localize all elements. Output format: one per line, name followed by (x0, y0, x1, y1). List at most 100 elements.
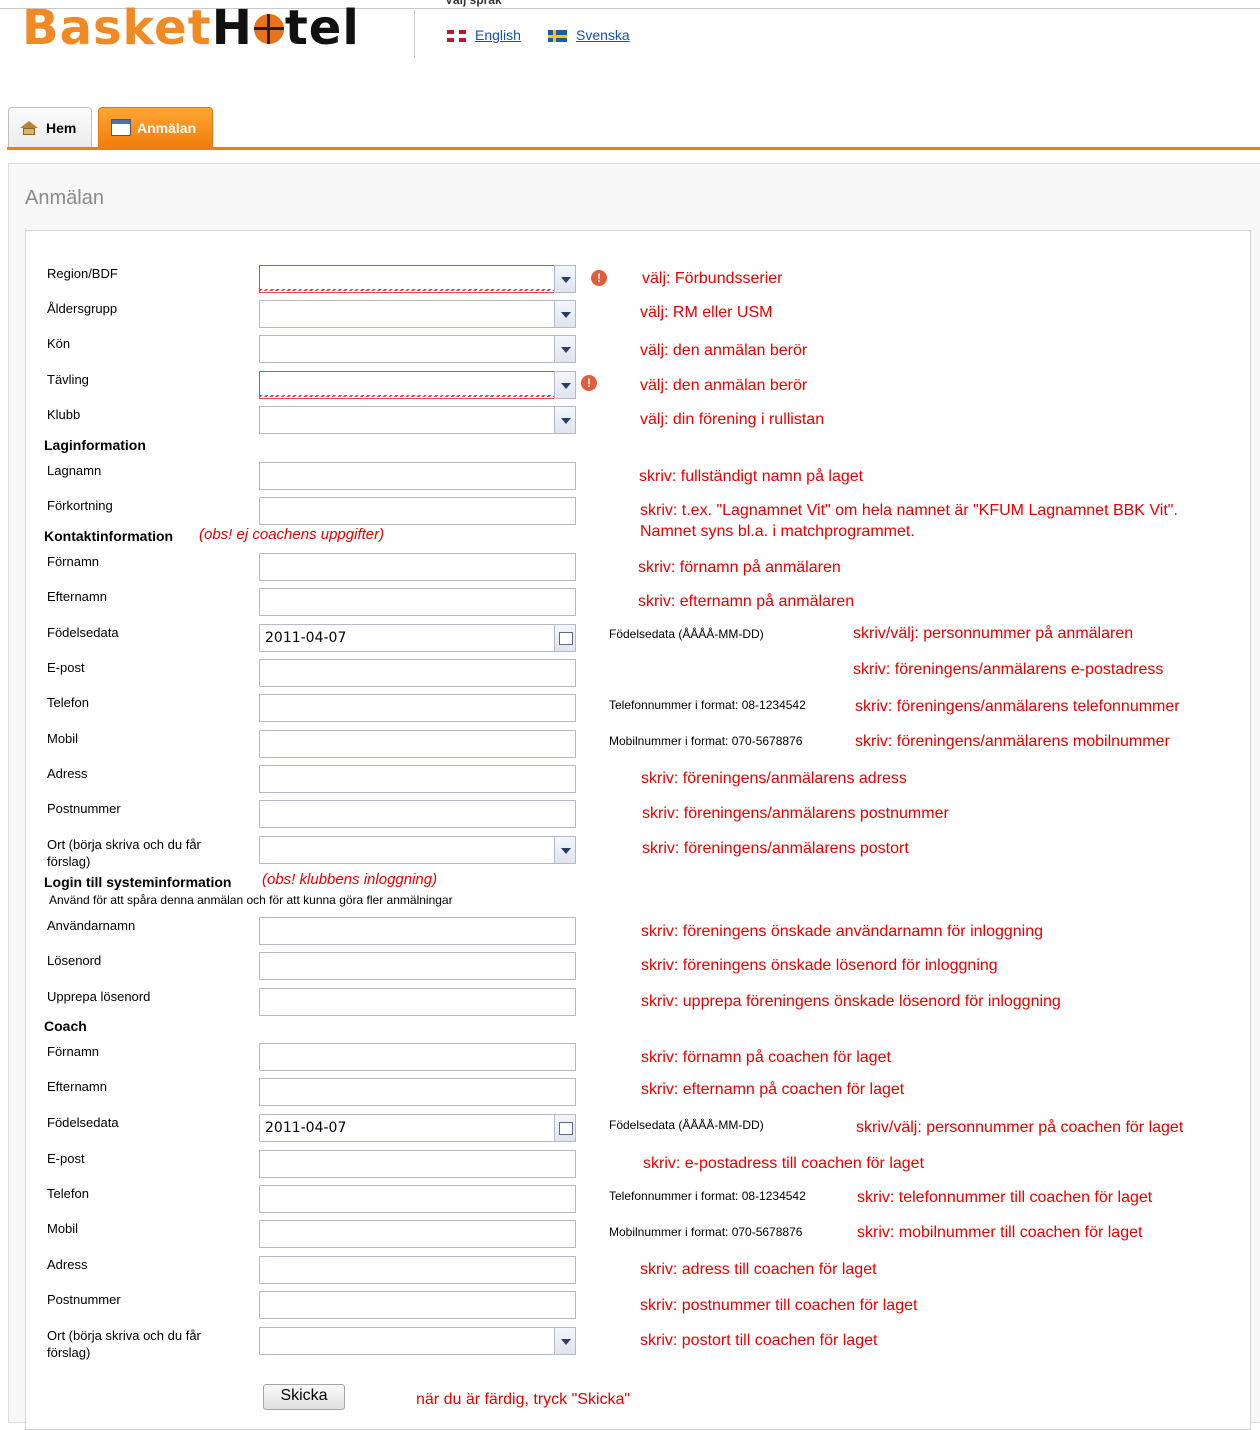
coach-epost-input[interactable] (259, 1150, 576, 1178)
form-container (25, 230, 1251, 1430)
kontakt-adress-input[interactable] (259, 765, 576, 793)
kontakt-fornamn-input[interactable] (259, 553, 576, 581)
coach-ort-combobox[interactable] (259, 1327, 555, 1355)
aldersgrupp-label: Åldersgrupp (47, 301, 118, 316)
kon-note: välj: den anmälan berör (640, 342, 808, 359)
tavling-error-icon: ! (581, 375, 597, 391)
coach-postnummer-input[interactable] (259, 1291, 576, 1319)
region-dropdown-button[interactable] (554, 265, 576, 293)
anvandarnamn-label: Användarnamn (47, 918, 136, 933)
kontakt-telefon-label: Telefon (47, 695, 89, 710)
kontakt-postnummer-note: skriv: föreningens/anmälarens postnummer (642, 805, 949, 822)
kontakt-mobil-label: Mobil (47, 731, 79, 746)
klubb-select[interactable] (259, 406, 555, 434)
kontakt-adress-note: skriv: föreningens/anmälarens adress (641, 770, 907, 787)
laginformation-heading: Laginformation (44, 437, 146, 453)
kontakt-epost-note: skriv: föreningens/anmälarens e-postadre… (853, 661, 1164, 678)
coach-fodelsedata-hint: Födelsedata (ÅÅÅÅ-MM-DD) (609, 1118, 764, 1132)
coach-epost-note: skriv: e-postadress till coachen för lag… (643, 1155, 925, 1172)
lagnamn-input[interactable] (259, 462, 576, 490)
region-error-icon: ! (591, 270, 607, 286)
coach-fornamn-label: Förnamn (47, 1044, 100, 1059)
kon-select[interactable] (259, 335, 555, 363)
forkortning-input[interactable] (259, 497, 576, 525)
language-heading: Välj språk (445, 0, 502, 7)
region-note: välj: Förbundsserier (642, 270, 783, 287)
logo-text-h: H (211, 0, 253, 56)
calendar-icon (111, 119, 131, 136)
kontakt-ort-note: skriv: föreningens/anmälarens postort (642, 840, 909, 857)
uk-flag-icon[interactable] (447, 30, 466, 42)
kontakt-fodelsedata-label: Födelsedata (47, 625, 119, 640)
anvandarnamn-input[interactable] (259, 917, 576, 945)
kontakt-fodelsedata-note: skriv/välj: personnummer på anmälaren (853, 625, 1134, 642)
coach-mobil-note: skriv: mobilnummer till coachen för lage… (857, 1224, 1143, 1241)
klubb-dropdown-button[interactable] (554, 406, 576, 434)
kontakt-ort-label-line2: förslag) (47, 854, 91, 869)
losenord-input[interactable] (259, 952, 576, 980)
se-flag-icon[interactable] (548, 30, 567, 42)
coach-epost-label: E-post (47, 1151, 85, 1166)
logo-text-basket: Basket (22, 0, 212, 56)
upprepa-losenord-label: Upprepa lösenord (47, 989, 151, 1004)
aldersgrupp-dropdown-button[interactable] (554, 300, 576, 328)
coach-efternamn-input[interactable] (259, 1078, 576, 1106)
skicka-button[interactable]: Skicka (263, 1384, 345, 1410)
tab-anmalan-label: Anmälan (137, 120, 197, 136)
language-link-svenska[interactable]: Svenska (576, 27, 630, 43)
kontakt-mobil-input[interactable] (259, 730, 576, 758)
upprepa-losenord-input[interactable] (259, 988, 576, 1016)
coach-telefon-input[interactable] (259, 1185, 576, 1213)
kon-dropdown-button[interactable] (554, 335, 576, 363)
aldersgrupp-select[interactable] (259, 300, 555, 328)
coach-date-picker-icon[interactable] (554, 1114, 576, 1142)
home-icon (20, 121, 38, 135)
kontakt-ort-combobox[interactable] (259, 836, 555, 864)
klubb-label: Klubb (47, 407, 81, 422)
coach-mobil-input[interactable] (259, 1220, 576, 1248)
tavling-select[interactable] (259, 371, 555, 399)
language-link-english[interactable]: English (475, 27, 521, 43)
kontakt-telefon-hint: Telefonnummer i format: 08-1234542 (609, 698, 806, 712)
kontakt-fodelsedata-input[interactable]: 2011-04-07 (259, 624, 555, 652)
region-select[interactable] (259, 265, 555, 293)
upprepa-losenord-note: skriv: upprepa föreningens önskade lösen… (641, 993, 1061, 1010)
kontakt-postnummer-input[interactable] (259, 800, 576, 828)
basket-hotel-logo: BasketH tel (22, 0, 360, 56)
tab-hem[interactable]: Hem (8, 107, 92, 148)
coach-ort-dropdown-button[interactable] (554, 1327, 576, 1355)
coach-postnummer-note: skriv: postnummer till coachen för laget (640, 1297, 918, 1314)
kontakt-epost-input[interactable] (259, 659, 576, 687)
coach-fodelsedata-note: skriv/välj: personnummer på coachen för … (856, 1119, 1184, 1136)
kontakt-postnummer-label: Postnummer (47, 801, 121, 816)
tavling-note: välj: den anmälan berör (640, 377, 808, 394)
coach-adress-label: Adress (47, 1257, 88, 1272)
kontakt-mobil-note: skriv: föreningens/anmälarens mobilnumme… (855, 733, 1170, 750)
tavling-dropdown-button[interactable] (554, 371, 576, 399)
kontakt-telefon-input[interactable] (259, 694, 576, 722)
kontakt-telefon-note: skriv: föreningens/anmälarens telefonnum… (855, 698, 1180, 715)
logo-text-tel: tel (284, 0, 360, 56)
login-subtext: Använd för att spåra denna anmälan och f… (49, 893, 453, 907)
coach-adress-input[interactable] (259, 1256, 576, 1284)
kontakt-date-picker-icon[interactable] (554, 624, 576, 652)
coach-adress-note: skriv: adress till coachen för laget (640, 1261, 877, 1278)
header-divider (414, 10, 415, 58)
coach-fornamn-note: skriv: förnamn på coachen för laget (641, 1049, 891, 1066)
coach-fornamn-input[interactable] (259, 1043, 576, 1071)
tab-hem-label: Hem (46, 120, 77, 136)
kontakt-ort-label-line1: Ort (börja skriva och du får (47, 837, 201, 852)
kontakt-obs-note: (obs! ej coachens uppgifter) (199, 526, 385, 543)
tab-anmalan[interactable]: Anmälan (98, 107, 213, 148)
forkortning-note-line1: skriv: t.ex. "Lagnamnet Vit" om hela nam… (640, 502, 1178, 519)
login-heading: Login till systeminformation (44, 874, 232, 890)
forkortning-label: Förkortning (47, 498, 113, 513)
region-label: Region/BDF (47, 266, 118, 281)
tavling-label: Tävling (47, 372, 89, 387)
coach-mobil-hint: Mobilnummer i format: 070-5678876 (609, 1225, 803, 1239)
coach-telefon-note: skriv: telefonnummer till coachen för la… (857, 1189, 1153, 1206)
coach-fodelsedata-input[interactable]: 2011-04-07 (259, 1114, 555, 1142)
kontakt-efternamn-input[interactable] (259, 588, 576, 616)
coach-telefon-hint: Telefonnummer i format: 08-1234542 (609, 1189, 806, 1203)
kontakt-ort-dropdown-button[interactable] (554, 836, 576, 864)
